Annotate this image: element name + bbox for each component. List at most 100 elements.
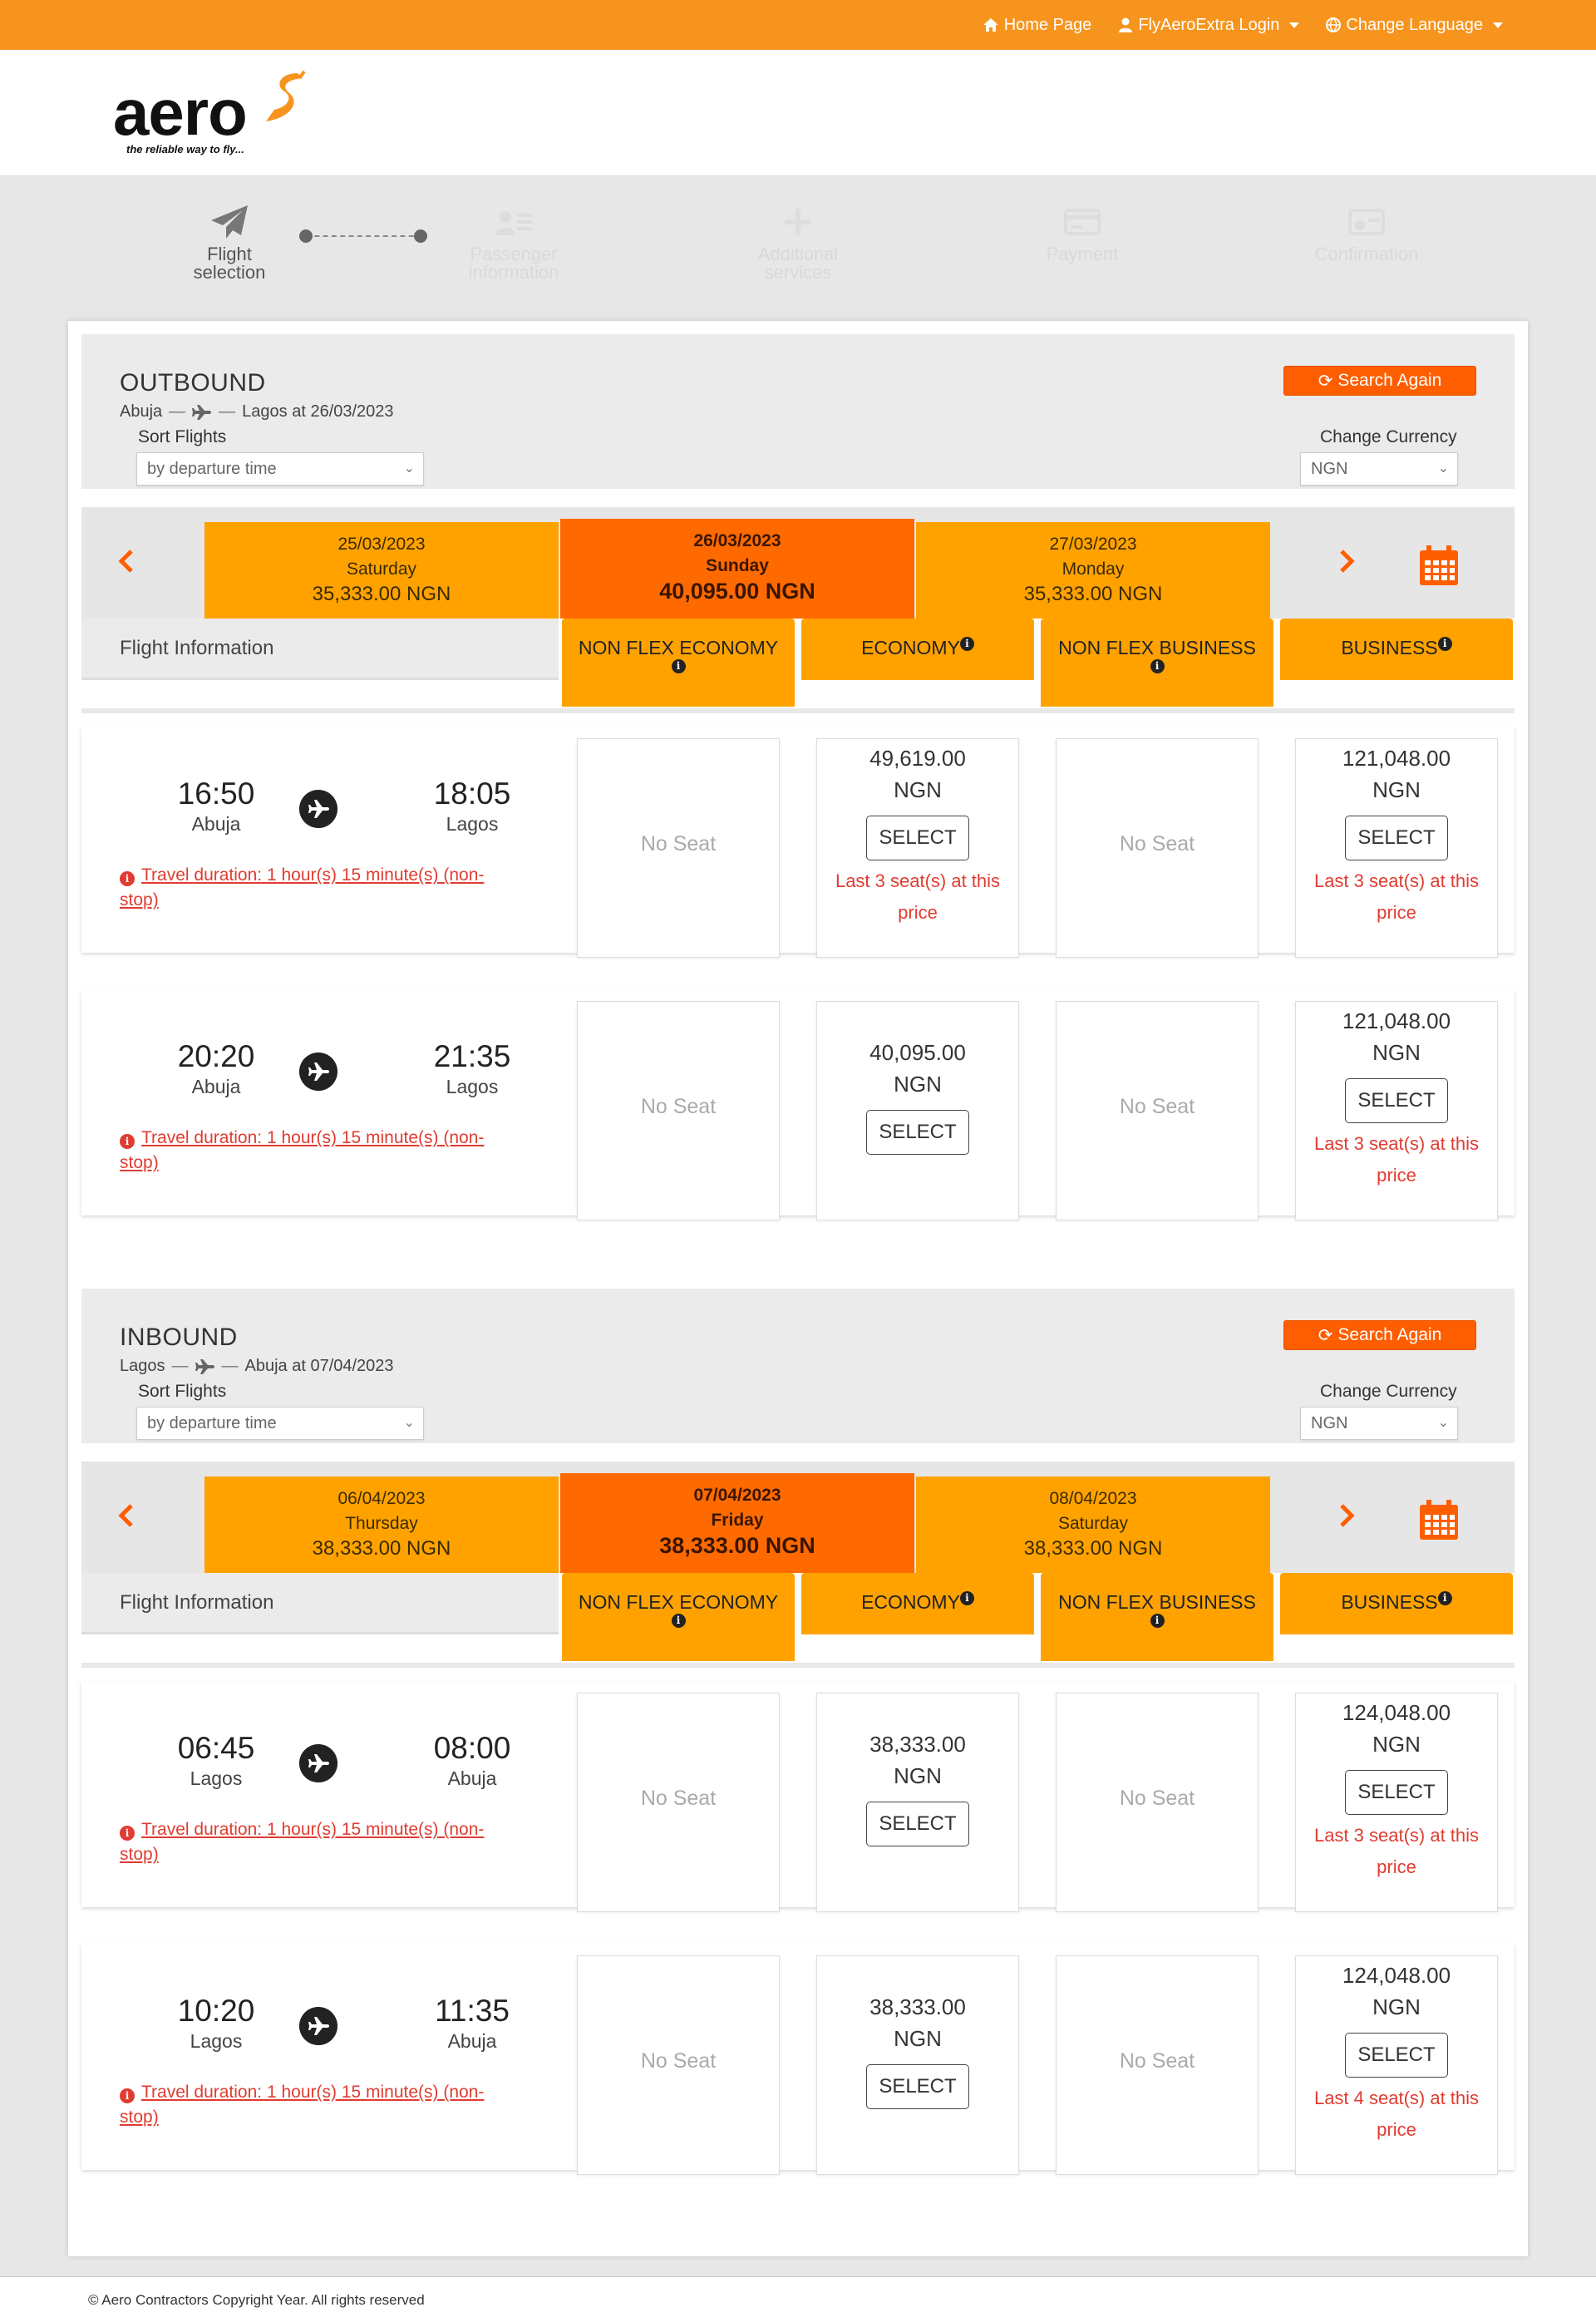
language-label: Change Language: [1346, 15, 1483, 34]
chevron-down-icon: [1493, 22, 1503, 28]
select-button[interactable]: SELECT: [866, 1802, 969, 1846]
chevron-down-icon: ⌄: [403, 461, 415, 476]
change-language-menu[interactable]: Change Language: [1326, 16, 1503, 35]
sort-flights-select[interactable]: by departure time ⌄: [136, 1407, 424, 1440]
travel-duration-link[interactable]: i Travel duration: 1 hour(s) 15 minute(s)…: [120, 1126, 519, 1176]
info-icon[interactable]: i: [1150, 1614, 1165, 1628]
column-economy: ECONOMY i: [801, 619, 1034, 680]
date-tab[interactable]: 25/03/2023 Saturday 35,333.00 NGN: [204, 522, 559, 619]
plane-icon: [299, 1744, 337, 1782]
travel-duration-link[interactable]: i Travel duration: 1 hour(s) 15 minute(s)…: [120, 2080, 519, 2130]
info-icon[interactable]: i: [1150, 659, 1165, 673]
date-tab[interactable]: 08/04/2023 Saturday 38,333.00 NGN: [916, 1477, 1270, 1573]
date-selector: 06/04/2023 Thursday 38,333.00 NGN 07/04/…: [81, 1462, 1515, 1573]
select-button[interactable]: SELECT: [866, 1110, 969, 1155]
flight-information-header: Flight Information: [81, 1573, 559, 1634]
logo-tagline: the reliable way to fly...: [126, 143, 244, 155]
flyaeroextra-login-menu[interactable]: FlyAeroExtra Login: [1118, 15, 1300, 35]
top-bar: Home Page FlyAeroExtra Login Change Lang…: [0, 0, 1596, 50]
step-passenger-information: Passenger information: [431, 204, 597, 282]
travel-duration-link[interactable]: i Travel duration: 1 hour(s) 15 minute(s)…: [120, 1817, 519, 1867]
travel-duration-link[interactable]: i Travel duration: 1 hour(s) 15 minute(s)…: [120, 863, 519, 913]
home-page-label: Home Page: [1003, 15, 1092, 34]
inbound-header: INBOUND Lagos — — Abuja at 07/04/2023 So…: [81, 1289, 1515, 1443]
column-non-flex-economy: NON FLEX ECONOMY i: [562, 1573, 795, 1661]
column-economy: ECONOMY i: [801, 1573, 1034, 1634]
departure: 16:50 Abuja: [177, 776, 255, 835]
departure: 10:20 Lagos: [177, 1994, 255, 2052]
plane-icon: [299, 2007, 337, 2045]
currency-select[interactable]: NGN ⌄: [1300, 452, 1458, 486]
chevron-left-icon[interactable]: [116, 549, 136, 574]
chevron-right-icon[interactable]: [1337, 1503, 1357, 1528]
arrival: 21:35 Lagos: [433, 1039, 511, 1097]
calendar-icon[interactable]: [1418, 1498, 1460, 1541]
rights-text: All rights reserved: [311, 2292, 425, 2308]
login-label: FlyAeroExtra Login: [1138, 15, 1280, 34]
arrival: 08:00 Abuja: [433, 1731, 511, 1789]
select-button[interactable]: SELECT: [1345, 1770, 1448, 1815]
home-page-link[interactable]: Home Page: [983, 15, 1092, 35]
step-flight-selection: Flight selection: [146, 204, 313, 282]
chevron-left-icon[interactable]: [116, 1503, 136, 1528]
column-non-flex-business: NON FLEX BUSINESS i: [1041, 619, 1273, 707]
fare-economy: 40,095.00 NGN SELECT: [816, 1001, 1019, 1220]
fare-class-header: Flight Information NON FLEX ECONOMY i EC…: [81, 1573, 1515, 1668]
info-icon[interactable]: i: [671, 659, 686, 673]
date-tab[interactable]: 27/03/2023 Monday 35,333.00 NGN: [916, 522, 1270, 619]
plane-icon: [192, 404, 212, 420]
column-business: BUSINESS i: [1280, 1573, 1513, 1634]
fare-non-flex-economy: No Seat: [577, 1955, 780, 2175]
chevron-down-icon: ⌄: [403, 1416, 415, 1430]
date-tab-selected[interactable]: 07/04/2023 Friday 38,333.00 NGN: [560, 1473, 914, 1573]
date-tab[interactable]: 06/04/2023 Thursday 38,333.00 NGN: [204, 1477, 559, 1573]
logo-swoosh-icon: [266, 70, 306, 121]
flight-results-card: OUTBOUND Abuja — — Lagos at 26/03/2023 S…: [68, 321, 1528, 2256]
fare-business: 121,048.00 NGN SELECT Last 3 seat(s) at …: [1295, 1001, 1498, 1220]
step-confirmation: Confirmation: [1283, 204, 1450, 264]
fare-economy: 49,619.00 NGN SELECT Last 3 seat(s) at t…: [816, 738, 1019, 958]
copyright-text: © Aero Contractors Copyright Year.: [88, 2292, 308, 2308]
column-non-flex-business: NON FLEX BUSINESS i: [1041, 1573, 1273, 1661]
change-currency-label: Change Currency: [1320, 1382, 1457, 1401]
site-header: aero the reliable way to fly...: [0, 50, 1596, 176]
info-icon: i: [120, 1826, 135, 1841]
info-icon[interactable]: i: [1437, 637, 1452, 651]
flight-information-header: Flight Information: [81, 619, 559, 680]
select-button[interactable]: SELECT: [1345, 816, 1448, 860]
sort-flights-select[interactable]: by departure time ⌄: [136, 452, 424, 486]
search-again-button[interactable]: ⟳ Search Again: [1283, 1320, 1476, 1350]
seat-availability-note: Last 3 seat(s) at this price: [1313, 870, 1480, 923]
select-button[interactable]: SELECT: [1345, 1078, 1448, 1123]
date-tab-selected[interactable]: 26/03/2023 Sunday 40,095.00 NGN: [560, 519, 914, 619]
fare-business: 124,048.00 NGN SELECT Last 3 seat(s) at …: [1295, 1693, 1498, 1912]
fare-non-flex-business: No Seat: [1056, 1955, 1259, 2175]
calendar-icon[interactable]: [1418, 544, 1460, 587]
refresh-icon: ⟳: [1318, 1325, 1333, 1345]
currency-select[interactable]: NGN ⌄: [1300, 1407, 1458, 1440]
search-again-button[interactable]: ⟳ Search Again: [1283, 366, 1476, 396]
id-card-icon: [495, 211, 532, 235]
aero-logo[interactable]: aero the reliable way to fly...: [113, 70, 329, 161]
seat-availability-note: Last 3 seat(s) at this price: [1313, 1825, 1480, 1877]
plane-icon: [299, 1053, 337, 1091]
step-connector: [306, 235, 422, 237]
confirmation-icon: [1348, 209, 1385, 235]
info-icon[interactable]: i: [1437, 1591, 1452, 1605]
step-payment: Payment: [999, 204, 1165, 264]
fare-non-flex-business: No Seat: [1056, 1001, 1259, 1220]
chevron-right-icon[interactable]: [1337, 549, 1357, 574]
fare-business: 121,048.00 NGN SELECT Last 3 seat(s) at …: [1295, 738, 1498, 958]
info-icon[interactable]: i: [671, 1614, 686, 1628]
chevron-down-icon: ⌄: [1437, 1416, 1449, 1430]
fare-non-flex-economy: No Seat: [577, 738, 780, 958]
select-button[interactable]: SELECT: [866, 816, 969, 860]
user-icon: [1119, 17, 1133, 32]
arrival: 11:35 Abuja: [435, 1994, 510, 2052]
select-button[interactable]: SELECT: [1345, 2033, 1448, 2078]
select-button[interactable]: SELECT: [866, 2064, 969, 2109]
info-icon[interactable]: i: [959, 637, 974, 651]
section-title: OUTBOUND: [120, 369, 266, 397]
column-business: BUSINESS i: [1280, 619, 1513, 680]
info-icon[interactable]: i: [959, 1591, 974, 1605]
